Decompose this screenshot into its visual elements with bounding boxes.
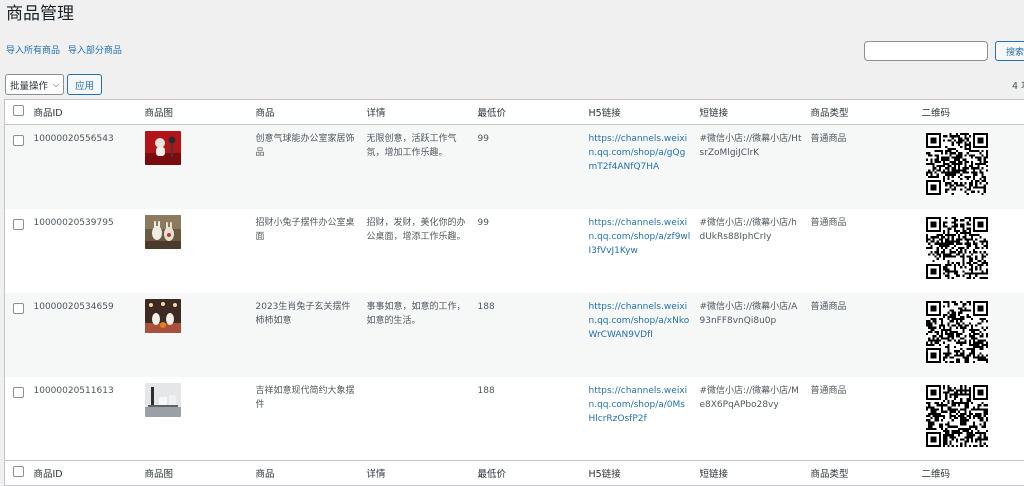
product-price: 99 (474, 209, 585, 293)
column-header: 二维码 (918, 461, 1024, 486)
column-header: H5链接 (585, 461, 696, 486)
product-detail: 招财，发财，美化你的办公桌面，增添工作乐趣。 (363, 209, 474, 293)
bulk-action-select[interactable]: 批量操作 ⌵ (5, 74, 64, 95)
import-all-link[interactable]: 导入所有商品 (6, 46, 60, 56)
column-header: 详情 (363, 461, 474, 486)
product-detail (363, 377, 474, 461)
product-price: 188 (474, 293, 585, 377)
product-thumbnail (145, 131, 181, 165)
qr-code-icon (926, 217, 988, 279)
product-type: 普通商品 (807, 209, 918, 293)
product-id: 10000020534659 (30, 293, 141, 377)
column-header: 商品类型 (807, 100, 918, 125)
short-link: #微信小店://微幕小店/HtsrZoMlgiJClrK (696, 125, 807, 209)
bulk-actions: 批量操作 ⌵ 应用 (5, 74, 102, 95)
bulk-action-label: 批量操作 (10, 78, 48, 92)
table-row: 10000020539795 招财小兔子摆件办公室桌面 招财，发财，美化你的办公… (5, 209, 1024, 293)
table-row: 10000020556543 创意气球能办公室家居饰品 无限创意，活跃工作气氛，… (5, 125, 1024, 209)
page-title: 商品管理 (6, 0, 74, 24)
table-row: 10000020534659 2023生肖兔子玄关摆件柿柿如意 事事如意，如意的… (5, 293, 1024, 377)
h5-link[interactable]: https://channels.weixin.qq.com/shop/a/0M… (589, 386, 688, 424)
column-header: 短链接 (696, 461, 807, 486)
column-header: 短链接 (696, 100, 807, 125)
product-name: 招财小兔子摆件办公室桌面 (252, 209, 363, 293)
product-name: 创意气球能办公室家居饰品 (252, 125, 363, 209)
h5-link[interactable]: https://channels.weixin.qq.com/shop/a/xN… (589, 302, 690, 340)
qr-code-icon (926, 133, 988, 195)
row-checkbox[interactable] (13, 135, 24, 146)
table-row: 10000020511613 吉祥如意现代简约大象摆件 188 https://… (5, 377, 1024, 461)
product-price: 99 (474, 125, 585, 209)
column-header: 商品图 (141, 461, 252, 486)
column-header: 详情 (363, 100, 474, 125)
product-thumbnail (145, 383, 181, 417)
product-thumbnail (145, 299, 181, 333)
column-header: 商品类型 (807, 461, 918, 486)
product-thumbnail (145, 215, 181, 249)
product-id: 10000020511613 (30, 377, 141, 461)
column-header: 商品图 (141, 100, 252, 125)
column-header[interactable]: 最低价 (474, 461, 585, 486)
column-header: H5链接 (585, 100, 696, 125)
search-button[interactable]: 搜索 (995, 41, 1024, 61)
select-all-checkbox[interactable] (13, 466, 24, 477)
product-name: 吉祥如意现代简约大象摆件 (252, 377, 363, 461)
product-type: 普通商品 (807, 293, 918, 377)
search-input[interactable] (864, 41, 988, 61)
product-name: 2023生肖兔子玄关摆件柿柿如意 (252, 293, 363, 377)
product-type: 普通商品 (807, 125, 918, 209)
import-links: 导入所有商品 导入部分商品 (6, 43, 127, 56)
apply-button[interactable]: 应用 (67, 74, 102, 95)
item-count: 4 项 (1012, 78, 1024, 92)
import-some-link[interactable]: 导入部分商品 (68, 46, 122, 56)
h5-link[interactable]: https://channels.weixin.qq.com/shop/a/gQ… (589, 134, 688, 172)
column-header[interactable]: 商品ID (30, 100, 141, 125)
short-link: #微信小店://微幕小店/A93nFF8vnQi8u0p (696, 293, 807, 377)
product-id: 10000020556543 (30, 125, 141, 209)
column-header[interactable]: 商品 (252, 100, 363, 125)
select-all-checkbox[interactable] (13, 105, 24, 116)
select-all-cell (5, 461, 30, 486)
column-header: 二维码 (918, 100, 1024, 125)
qr-code-icon (926, 385, 988, 447)
product-detail: 无限创意，活跃工作气氛，增加工作乐趣。 (363, 125, 474, 209)
search-box: 搜索 (864, 41, 988, 61)
table-footer-row: 商品ID 商品图 商品 详情 最低价 H5链接 短链接 商品类型 二维码 (5, 461, 1024, 486)
product-price: 188 (474, 377, 585, 461)
column-header[interactable]: 最低价 (474, 100, 585, 125)
product-id: 10000020539795 (30, 209, 141, 293)
select-all-cell (5, 100, 30, 125)
table-header-row: 商品ID 商品图 商品 详情 最低价 H5链接 短链接 商品类型 二维码 (5, 100, 1024, 125)
product-type: 普通商品 (807, 377, 918, 461)
column-header[interactable]: 商品 (252, 461, 363, 486)
products-table: 商品ID 商品图 商品 详情 最低价 H5链接 短链接 商品类型 二维码 100… (4, 99, 1024, 486)
short-link: #微信小店://微幕小店/Me8X6PqAPbo28vy (696, 377, 807, 461)
qr-code-icon (926, 301, 988, 363)
row-checkbox[interactable] (13, 219, 24, 230)
h5-link[interactable]: https://channels.weixin.qq.com/shop/a/zf… (589, 218, 691, 256)
row-checkbox[interactable] (13, 387, 24, 398)
short-link: #微信小店://微幕小店/hdUkRs88IphCrIy (696, 209, 807, 293)
product-detail: 事事如意，如意的工作，如意的生活。 (363, 293, 474, 377)
chevron-down-icon: ⌵ (53, 80, 59, 90)
column-header[interactable]: 商品ID (30, 461, 141, 486)
row-checkbox[interactable] (13, 303, 24, 314)
